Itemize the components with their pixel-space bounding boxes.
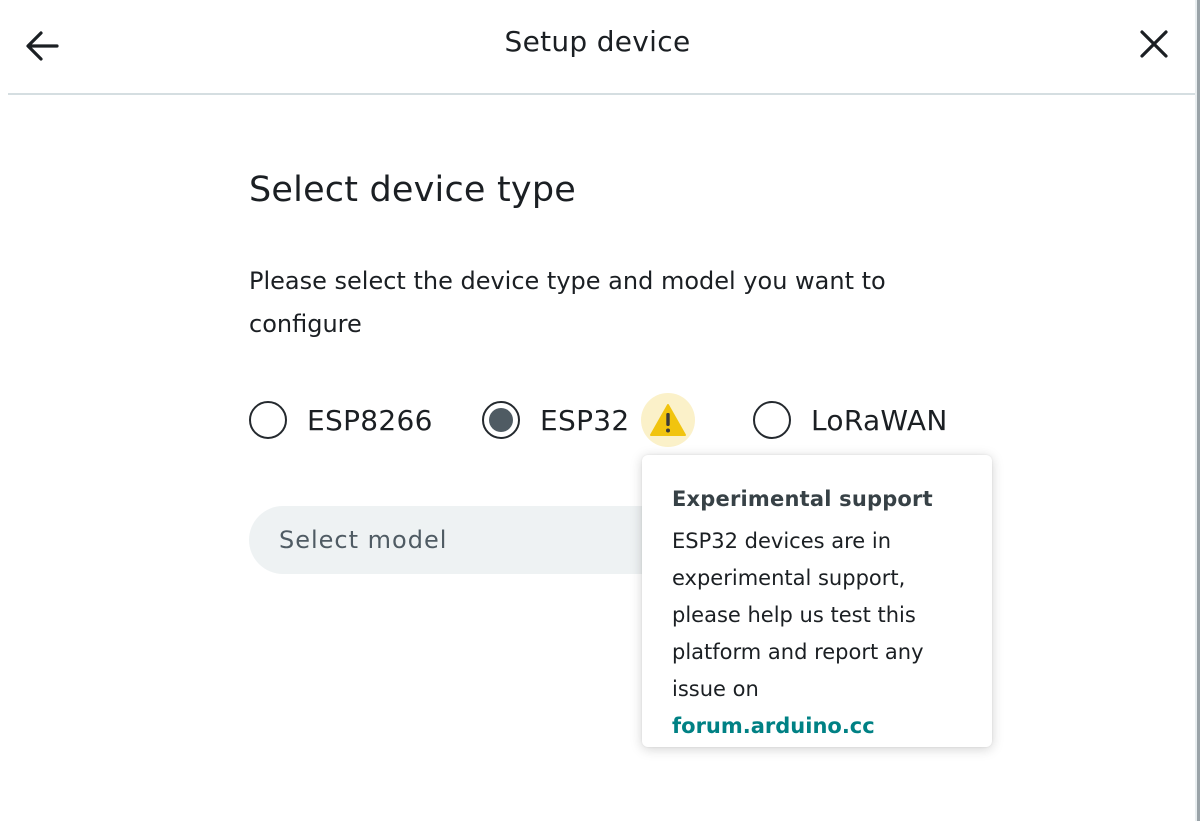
radio-option-lorawan[interactable]: LoRaWAN (753, 395, 948, 445)
radio-selected-dot (489, 408, 513, 432)
radio-button-esp8266[interactable] (249, 401, 287, 439)
radio-label-esp32: ESP32 (540, 403, 630, 437)
warning-icon (650, 404, 686, 436)
radio-option-esp8266[interactable]: ESP8266 (249, 395, 433, 445)
close-icon (1140, 30, 1168, 58)
tooltip-body: ESP32 devices are in experimental suppor… (672, 523, 962, 745)
tooltip-title: Experimental support (672, 487, 933, 511)
dialog-title: Setup device (504, 25, 691, 58)
forum-link[interactable]: forum.arduino.cc (672, 714, 875, 738)
tooltip-body-text: ESP32 devices are in experimental suppor… (672, 529, 924, 701)
section-title: Select device type (249, 170, 576, 210)
experimental-support-tooltip: Experimental support ESP32 devices are i… (642, 455, 992, 747)
description-text: Please select the device type and model … (249, 267, 886, 338)
radio-option-esp32[interactable]: ESP32 (482, 395, 629, 445)
radio-button-lorawan[interactable] (753, 401, 791, 439)
main-content: Select device type Please select the dev… (249, 170, 1009, 574)
model-select-dropdown[interactable]: Select model (249, 506, 679, 574)
dialog-header: Setup device (0, 0, 1195, 94)
setup-device-dialog: Setup device Select device type Please s… (0, 0, 1200, 821)
close-button[interactable] (1132, 22, 1176, 66)
radio-label-lorawan: LoRaWAN (811, 403, 948, 437)
experimental-warning-button[interactable] (641, 393, 695, 447)
radio-label-esp8266: ESP8266 (307, 403, 433, 437)
model-select-placeholder: Select model (279, 526, 448, 554)
header-divider (8, 93, 1195, 95)
radio-button-esp32[interactable] (482, 401, 520, 439)
